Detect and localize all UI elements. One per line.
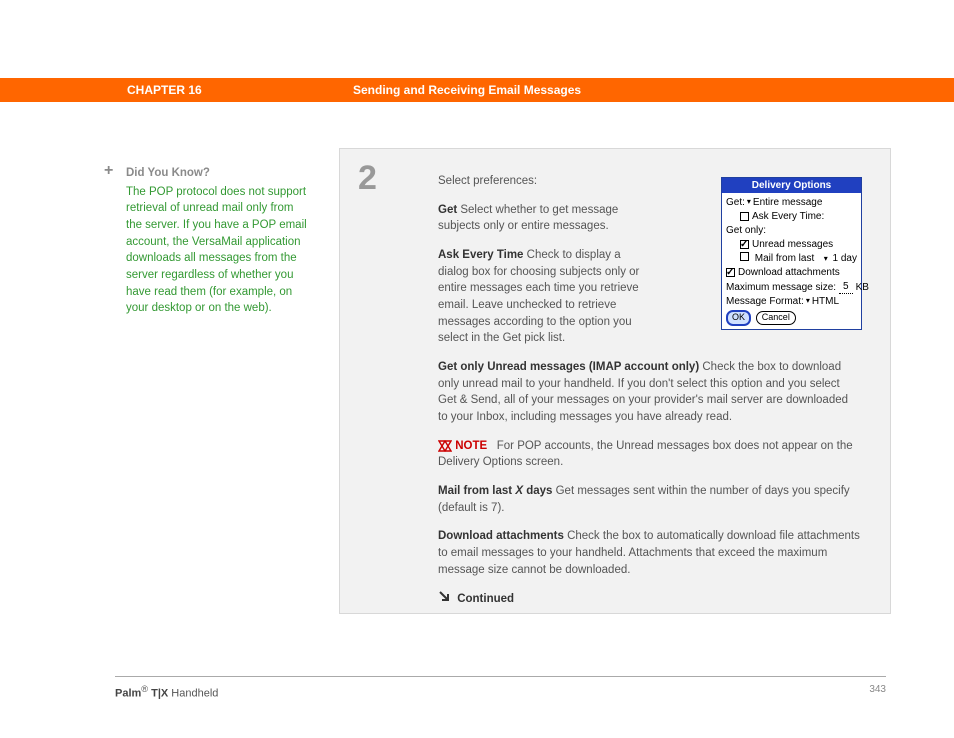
note-icon bbox=[438, 440, 452, 452]
footer-rule bbox=[115, 676, 886, 677]
download-attachments-checkbox[interactable] bbox=[726, 268, 735, 277]
footer-brand-name: Palm bbox=[115, 688, 141, 700]
delivery-unread-label: Unread messages bbox=[752, 238, 833, 251]
delivery-format-value[interactable]: HTML bbox=[812, 295, 839, 308]
footer-model: T|X bbox=[148, 688, 168, 700]
delivery-maxsize-label: Maximum message size: bbox=[726, 281, 836, 294]
pref-mail-last: Mail from last X days Get messages sent … bbox=[438, 483, 860, 516]
pref-unread-label: Get only Unread messages (IMAP account o… bbox=[438, 361, 699, 373]
page-number: 343 bbox=[869, 684, 886, 695]
delivery-get-label: Get: bbox=[726, 196, 745, 209]
delivery-getonly-label: Get only: bbox=[726, 224, 857, 237]
page-header: CHAPTER 16 Sending and Receiving Email M… bbox=[0, 78, 954, 102]
delivery-buttons: OK Cancel bbox=[726, 310, 857, 326]
ok-button[interactable]: OK bbox=[726, 310, 751, 326]
pref-get-label: Get bbox=[438, 204, 457, 216]
step-panel: 2 Select preferences: Get Select whether… bbox=[339, 148, 891, 614]
pref-ask-label: Ask Every Time bbox=[438, 249, 523, 261]
delivery-format-row: Message Format: ▾ HTML bbox=[726, 295, 857, 308]
pref-note: NOTE For POP accounts, the Unread messag… bbox=[438, 438, 860, 471]
continued-label: Continued bbox=[457, 593, 514, 605]
dropdown-arrow-icon[interactable]: ▾ bbox=[824, 254, 828, 263]
pref-mail-last-label: Mail from last X days bbox=[438, 485, 552, 497]
step-intro: Select preferences: bbox=[438, 173, 648, 190]
unread-messages-checkbox[interactable] bbox=[740, 240, 749, 249]
delivery-unread-row: Unread messages bbox=[726, 238, 857, 251]
delivery-mail-last-label: Mail from last bbox=[755, 253, 814, 264]
delivery-format-label: Message Format: bbox=[726, 295, 804, 308]
delivery-get-value[interactable]: Entire message bbox=[753, 196, 822, 209]
mail-from-last-checkbox[interactable] bbox=[740, 252, 749, 261]
pref-unread: Get only Unread messages (IMAP account o… bbox=[438, 359, 860, 426]
delivery-maxsize-row: Maximum message size: 5 KB bbox=[726, 280, 857, 294]
step-number: 2 bbox=[358, 159, 377, 198]
delivery-get-row: Get: ▾ Entire message bbox=[726, 196, 857, 209]
delivery-mail-days-value[interactable]: 1 day bbox=[833, 253, 857, 264]
note-label: NOTE bbox=[455, 440, 487, 452]
delivery-download-label: Download attachments bbox=[738, 266, 840, 279]
pref-ask: Ask Every Time Check to display a dialog… bbox=[438, 247, 648, 347]
delivery-maxsize-unit: KB bbox=[856, 281, 869, 294]
delivery-ask-label: Ask Every Time: bbox=[752, 210, 824, 223]
delivery-options-panel: Delivery Options Get: ▾ Entire message A… bbox=[721, 177, 862, 330]
arrow-down-right-icon bbox=[438, 590, 450, 608]
max-size-input[interactable]: 5 bbox=[839, 280, 853, 294]
sidebar-tip: + Did You Know? The POP protocol does no… bbox=[106, 165, 311, 317]
chapter-title: Sending and Receiving Email Messages bbox=[353, 83, 581, 97]
pref-download: Download attachments Check the box to au… bbox=[438, 528, 860, 578]
continued-row: Continued bbox=[438, 590, 860, 608]
footer-suffix: Handheld bbox=[168, 688, 218, 700]
plus-icon: + bbox=[104, 165, 118, 179]
delivery-mail-last-row: Mail from last ▾ 1 day bbox=[726, 252, 857, 265]
pref-download-label: Download attachments bbox=[438, 530, 564, 542]
pref-ask-text: Check to display a dialog box for choosi… bbox=[438, 249, 639, 344]
chapter-label: CHAPTER 16 bbox=[127, 83, 202, 97]
pref-get: Get Select whether to get message subjec… bbox=[438, 202, 648, 235]
note-text: For POP accounts, the Unread messages bo… bbox=[438, 440, 853, 469]
delivery-ask-row: Ask Every Time: bbox=[726, 210, 857, 223]
pref-get-text: Select whether to get message subjects o… bbox=[438, 204, 618, 233]
delivery-download-row: Download attachments bbox=[726, 266, 857, 279]
ask-every-time-checkbox[interactable] bbox=[740, 212, 749, 221]
footer-brand: Palm® T|X Handheld bbox=[115, 684, 218, 700]
dropdown-arrow-icon[interactable]: ▾ bbox=[747, 197, 751, 207]
delivery-options-title: Delivery Options bbox=[722, 178, 861, 193]
did-you-know-body: The POP protocol does not support retrie… bbox=[126, 184, 311, 317]
cancel-button[interactable]: Cancel bbox=[756, 311, 796, 325]
did-you-know-title: Did You Know? bbox=[126, 165, 311, 182]
dropdown-arrow-icon[interactable]: ▾ bbox=[806, 296, 810, 306]
